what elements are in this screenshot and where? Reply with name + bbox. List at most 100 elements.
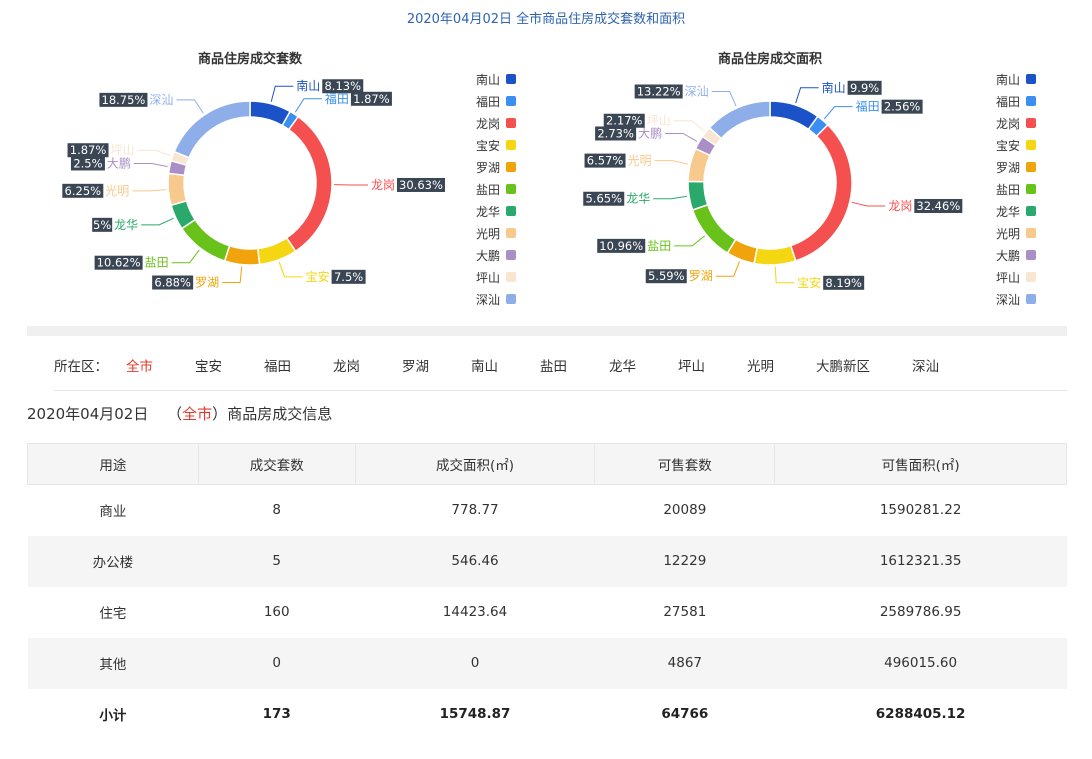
legend-item[interactable]: 深汕 xyxy=(456,288,516,310)
legend-swatch xyxy=(506,294,516,304)
legend-item[interactable]: 坪山 xyxy=(456,266,516,288)
legend-item[interactable]: 南山 xyxy=(976,68,1036,90)
slice-name: 深汕 xyxy=(149,93,173,107)
donut-slice[interactable] xyxy=(687,180,709,211)
legend-label: 福田 xyxy=(475,94,500,109)
legend-item[interactable]: 福田 xyxy=(456,90,516,112)
legend-item[interactable]: 大鹏 xyxy=(456,244,516,266)
legend-swatch xyxy=(1026,118,1036,128)
legend-item[interactable]: 深汕 xyxy=(976,288,1036,310)
slice-value-label: 13.22% xyxy=(637,85,681,99)
district-item[interactable]: 罗湖 xyxy=(402,355,429,375)
legend-label: 光明 xyxy=(995,226,1020,241)
legend-item[interactable]: 南山 xyxy=(456,68,516,90)
legend-swatch xyxy=(1026,250,1036,260)
slice-name: 大鹏 xyxy=(107,156,131,170)
legend-item[interactable]: 罗湖 xyxy=(456,156,516,178)
legend-swatch xyxy=(1026,228,1036,238)
legend-swatch xyxy=(506,140,516,150)
legend-swatch xyxy=(506,162,516,172)
cell-usage: 办公楼 xyxy=(27,535,199,587)
legend-item[interactable]: 龙岗 xyxy=(976,112,1036,134)
district-item[interactable]: 南山 xyxy=(471,355,498,375)
legend-item[interactable]: 大鹏 xyxy=(976,244,1036,266)
district-item[interactable]: 坪山 xyxy=(678,355,705,375)
legend-item[interactable]: 光明 xyxy=(456,222,516,244)
district-item[interactable]: 龙华 xyxy=(609,355,636,375)
district-item[interactable]: 宝安 xyxy=(195,355,222,375)
legend-item[interactable]: 龙岗 xyxy=(456,112,516,134)
legend-item[interactable]: 坪山 xyxy=(976,266,1036,288)
legend-item[interactable]: 宝安 xyxy=(976,134,1036,156)
donut-slice[interactable] xyxy=(708,100,771,140)
slice-label: 福田 1.87% xyxy=(325,91,392,106)
donut-slice[interactable] xyxy=(285,115,333,253)
legend-item[interactable]: 光明 xyxy=(976,222,1036,244)
info-close-paren: ） xyxy=(212,405,228,423)
donut-slice[interactable] xyxy=(173,100,251,159)
slice-name: 南山 xyxy=(822,80,846,95)
district-item[interactable]: 大鹏新区 xyxy=(816,355,870,375)
legend-swatch xyxy=(1026,272,1036,282)
legend-item[interactable]: 罗湖 xyxy=(976,156,1036,178)
donut-slice[interactable] xyxy=(789,123,853,262)
slice-label: 龙华5% xyxy=(92,217,138,232)
legend-item[interactable]: 福田 xyxy=(976,90,1036,112)
leader-line xyxy=(665,132,698,142)
cell-deal-units: 160 xyxy=(263,604,290,620)
legend-label: 龙岗 xyxy=(475,116,500,131)
district-item[interactable]: 盐田 xyxy=(540,355,567,375)
legend-item[interactable]: 盐田 xyxy=(456,178,516,200)
donut-slice[interactable] xyxy=(167,172,188,207)
donut-slice[interactable] xyxy=(691,203,737,255)
donut-slice[interactable] xyxy=(256,236,297,266)
table-row: 商业 8 778.77 20089 1590281.22 xyxy=(28,485,1067,536)
district-item[interactable]: 全市 xyxy=(126,355,153,375)
district-item[interactable]: 福田 xyxy=(264,355,291,375)
leader-line xyxy=(654,160,689,165)
donut-slice[interactable] xyxy=(180,218,231,262)
legend-item[interactable]: 龙华 xyxy=(456,200,516,222)
leader-line xyxy=(133,162,168,168)
leader-line xyxy=(711,91,737,107)
donut-slice[interactable] xyxy=(753,244,797,266)
slice-name: 龙华 xyxy=(114,218,138,232)
leader-line xyxy=(653,195,688,200)
legend-swatch xyxy=(1026,74,1036,84)
district-item[interactable]: 光明 xyxy=(747,355,774,375)
legend-swatch xyxy=(506,250,516,260)
leader-line xyxy=(294,98,322,113)
legend-label: 大鹏 xyxy=(995,248,1020,263)
legend-label: 大鹏 xyxy=(475,248,500,263)
legend-area: 南山 福田 龙岗 宝安 罗湖 盐田 龙华光明大鹏坪山 深汕 xyxy=(976,68,1036,310)
slice-name: 坪山 xyxy=(647,114,671,128)
legend-label: 深汕 xyxy=(475,292,500,307)
chart-area: 商品住房成交面积 南山 9.9% 福田 2.56% 龙岗 32.46% 宝安 8.19% 罗湖 5.… xyxy=(520,40,1040,320)
legend-item[interactable]: 宝安 xyxy=(456,134,516,156)
legend-item[interactable]: 龙华 xyxy=(976,200,1036,222)
slice-name: 福田 xyxy=(856,99,880,114)
legend-swatch xyxy=(506,184,516,194)
slice-value-label: 1.87% xyxy=(70,143,107,157)
cell-deal-units: 5 xyxy=(198,535,356,587)
cell-available-units: 4867 xyxy=(594,637,775,689)
district-item[interactable]: 深汕 xyxy=(912,355,939,375)
donut-slice[interactable] xyxy=(223,244,261,266)
legend-swatch xyxy=(506,272,516,282)
slice-value-label: 6.25% xyxy=(65,184,102,198)
cell-deal-area: 15748.87 xyxy=(439,706,511,722)
legend-swatch xyxy=(506,96,516,106)
legend-swatch xyxy=(1026,206,1036,216)
slice-label: 宝安 8.19% xyxy=(797,275,865,290)
legend-item[interactable]: 盐田 xyxy=(976,178,1036,200)
cell-available-area: 496015.60 xyxy=(774,637,1067,689)
page-title: 2020年04月02日 全市商品住房成交套数和面积 xyxy=(406,12,686,27)
cell-available-area: 1590281.22 xyxy=(879,502,962,519)
slice-value-label: 32.46% xyxy=(916,199,960,213)
slice-label: 大鹏 2.5% xyxy=(70,156,131,171)
legend-swatch xyxy=(506,118,516,128)
district-item[interactable]: 龙岗 xyxy=(333,355,360,375)
cell-available-units: 12229 xyxy=(594,535,775,587)
slice-label: 宝安 7.5% xyxy=(306,269,366,284)
slice-name: 盐田 xyxy=(145,256,169,270)
